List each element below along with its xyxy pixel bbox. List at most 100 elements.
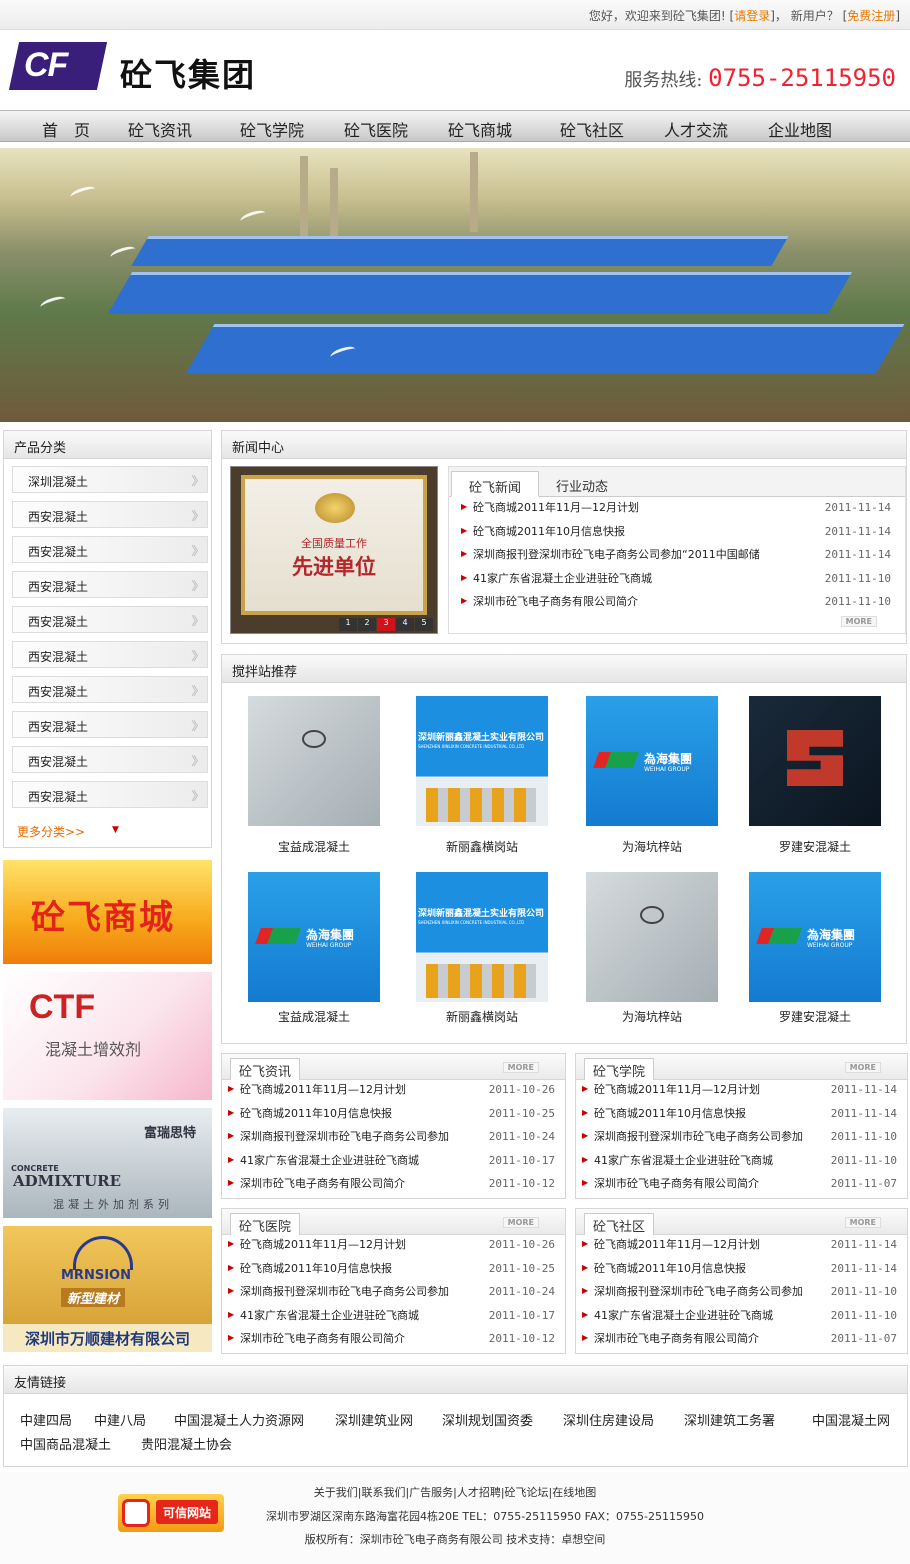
friend-link[interactable]: 深圳建筑工务署 [684, 1410, 775, 1429]
nav-item-academy[interactable]: 砼飞学院 [240, 117, 304, 141]
station-name[interactable]: 为海坑梓站 [586, 838, 718, 855]
friend-link[interactable]: 中国混凝土网 [812, 1410, 890, 1429]
tab-industry-news[interactable]: 行业动态 [539, 471, 625, 497]
list-item[interactable]: ▶ 深圳商报刊登深圳市砼飞电子商务公司参加 2011-11-10 [580, 1283, 905, 1307]
list-item[interactable]: ▶ 砼飞商城2011年11月—12月计划 2011-11-14 [580, 1081, 905, 1105]
bullet-icon: ▶ [228, 1131, 235, 1141]
column-title[interactable]: 砼飞医院 [230, 1213, 301, 1235]
list-item[interactable]: ▶ 砼飞商城2011年10月信息快报 2011-11-14 [580, 1105, 905, 1129]
news-slideshow[interactable]: 全国质量工作 先进单位 1 2 3 4 5 [230, 466, 438, 634]
ctf-ad[interactable]: CTF 混凝土增效剂 [3, 972, 212, 1100]
list-item[interactable]: ▶ 深圳商报刊登深圳市砼飞电子商务公司参加 2011-10-24 [226, 1128, 563, 1152]
friend-link[interactable]: 中建八局 [94, 1410, 146, 1429]
station-name[interactable]: 新丽鑫横岗站 [416, 838, 548, 855]
station-name[interactable]: 为海坑梓站 [586, 1008, 718, 1025]
nav-item-map[interactable]: 企业地图 [768, 117, 832, 141]
list-item[interactable]: ▶ 砼飞商城2011年11月—12月计划 2011-11-14 [580, 1236, 905, 1260]
list-item[interactable]: ▶ 深圳商报刊登深圳市砼飞电子商务公司参加 2011-11-10 [580, 1128, 905, 1152]
list-item[interactable]: ▶ 砼飞商城2011年11月—12月计划 2011-11-14 [459, 499, 899, 523]
category-item[interactable]: 西安混凝土 〉〉 [12, 781, 208, 808]
list-item[interactable]: ▶ 深圳商报刊登深圳市砼飞电子商务公司参加“2011中国邮储 2011-11-14 [459, 546, 899, 570]
slide-page[interactable]: 1 [339, 618, 357, 631]
list-item[interactable]: ▶ 深圳市砼飞电子商务有限公司简介 2011-11-07 [580, 1330, 905, 1354]
list-item[interactable]: ▶ 深圳市砼飞电子商务有限公司简介 2011-10-12 [226, 1175, 563, 1199]
trust-badge[interactable]: 可信网站 [118, 1494, 224, 1532]
list-item[interactable]: ▶ 深圳市砼飞电子商务有限公司简介 2011-11-10 [459, 593, 899, 617]
list-item[interactable]: ▶ 41家广东省混凝土企业进驻砼飞商城 2011-11-10 [580, 1152, 905, 1176]
station-thumbnail[interactable] [248, 696, 380, 826]
list-item[interactable]: ▶ 41家广东省混凝土企业进驻砼飞商城 2011-10-17 [226, 1152, 563, 1176]
list-item[interactable]: ▶ 深圳市砼飞电子商务有限公司简介 2011-11-07 [580, 1175, 905, 1199]
more-categories-link[interactable]: 更多分类>> [17, 823, 85, 840]
nav-item-hospital[interactable]: 砼飞医院 [344, 117, 408, 141]
category-item[interactable]: 西安混凝土 〉〉 [12, 676, 208, 703]
register-link[interactable]: 免费注册 [847, 9, 895, 23]
slide-page[interactable]: 4 [396, 618, 414, 631]
friend-link[interactable]: 中建四局 [20, 1410, 72, 1429]
category-item[interactable]: 西安混凝土 〉〉 [12, 711, 208, 738]
more-button[interactable]: MORE [840, 616, 877, 627]
friend-link[interactable]: 深圳住房建设局 [563, 1410, 654, 1429]
nav-item-home[interactable]: 首 页 [42, 117, 90, 141]
station-name[interactable]: 新丽鑫横岗站 [416, 1008, 548, 1025]
station-thumbnail[interactable]: 深圳新丽鑫混凝土实业有限公司 SHENZHEN XINLIXIN CONCRETE… [416, 872, 548, 1002]
column-title[interactable]: 砼飞学院 [584, 1058, 655, 1080]
category-item[interactable]: 西安混凝土 〉〉 [12, 641, 208, 668]
more-button[interactable]: MORE [844, 1217, 881, 1228]
category-item[interactable]: 西安混凝土 〉〉 [12, 501, 208, 528]
slide-page[interactable]: 5 [415, 618, 433, 631]
station-thumbnail[interactable]: 為海集團 WEIHAI GROUP [586, 696, 718, 826]
caret-down-icon[interactable]: ▼ [112, 825, 119, 835]
nav-item-news[interactable]: 砼飞资讯 [128, 117, 192, 141]
list-item[interactable]: ▶ 深圳市砼飞电子商务有限公司简介 2011-10-12 [226, 1330, 563, 1354]
friend-link[interactable]: 中国商品混凝土 [20, 1434, 111, 1453]
list-item[interactable]: ▶ 41家广东省混凝土企业进驻砼飞商城 2011-11-10 [580, 1307, 905, 1331]
station-name[interactable]: 宝益成混凝土 [248, 1008, 380, 1025]
logo-mark[interactable]: CF [24, 46, 68, 85]
login-link[interactable]: 请登录 [734, 9, 770, 23]
more-button[interactable]: MORE [844, 1062, 881, 1073]
list-item[interactable]: ▶ 41家广东省混凝土企业进驻砼飞商城 2011-10-17 [226, 1307, 563, 1331]
more-button[interactable]: MORE [502, 1217, 539, 1228]
more-button[interactable]: MORE [502, 1062, 539, 1073]
category-item[interactable]: 西安混凝土 〉〉 [12, 536, 208, 563]
station-name[interactable]: 罗建安混凝土 [749, 838, 881, 855]
friend-link[interactable]: 深圳规划国资委 [442, 1410, 533, 1429]
nav-item-mall[interactable]: 砼飞商城 [448, 117, 512, 141]
station-name[interactable]: 宝益成混凝土 [248, 838, 380, 855]
list-item[interactable]: ▶ 砼飞商城2011年11月—12月计划 2011-10-26 [226, 1236, 563, 1260]
station-thumbnail[interactable]: 為海集團 WEIHAI GROUP [749, 872, 881, 1002]
tab-company-news[interactable]: 砼飞新闻 [451, 471, 540, 497]
wanshun-ad[interactable]: MRNSION 新型建材 深圳市万顺建材有限公司 [3, 1226, 212, 1352]
list-item[interactable]: ▶ 深圳商报刊登深圳市砼飞电子商务公司参加 2011-10-24 [226, 1283, 563, 1307]
station-thumbnail[interactable]: 深圳新丽鑫混凝土实业有限公司 SHENZHEN XINLIXIN CONCRETE… [416, 696, 548, 826]
station-thumbnail[interactable] [749, 696, 881, 826]
list-item[interactable]: ▶ 砼飞商城2011年10月信息快报 2011-11-14 [459, 523, 899, 547]
mall-ad[interactable]: 砼飞商城 [3, 860, 212, 964]
slide-page-active[interactable]: 3 [377, 618, 395, 631]
news-tabs-panel: 砼飞新闻 行业动态 ▶ 砼飞商城2011年11月—12月计划 2011-11-14 … [448, 466, 906, 634]
nav-item-community[interactable]: 砼飞社区 [560, 117, 624, 141]
list-item[interactable]: ▶ 砼飞商城2011年10月信息快报 2011-10-25 [226, 1260, 563, 1284]
admixture-ad[interactable]: 富瑞思特 CONCRETE ADMIXTURE 混凝土外加剂系列 [3, 1108, 212, 1218]
friend-link[interactable]: 深圳建筑业网 [335, 1410, 413, 1429]
list-item[interactable]: ▶ 41家广东省混凝土企业进驻砼飞商城 2011-11-10 [459, 570, 899, 594]
friend-link[interactable]: 贵阳混凝土协会 [141, 1434, 232, 1453]
slide-page[interactable]: 2 [358, 618, 376, 631]
friend-link[interactable]: 中国混凝土人力资源网 [174, 1410, 304, 1429]
company-name[interactable]: 砼飞集团 [120, 50, 256, 96]
category-item[interactable]: 深圳混凝土 〉〉 [12, 466, 208, 493]
list-item[interactable]: ▶ 砼飞商城2011年10月信息快报 2011-10-25 [226, 1105, 563, 1129]
category-item[interactable]: 西安混凝土 〉〉 [12, 606, 208, 633]
station-name[interactable]: 罗建安混凝土 [749, 1008, 881, 1025]
column-title[interactable]: 砼飞社区 [584, 1213, 655, 1235]
station-thumbnail[interactable]: 為海集團 WEIHAI GROUP [248, 872, 380, 1002]
category-item[interactable]: 西安混凝土 〉〉 [12, 746, 208, 773]
admixture-sub: 混凝土外加剂系列 [53, 1198, 173, 1211]
column-title[interactable]: 砼飞资讯 [230, 1058, 301, 1080]
list-item[interactable]: ▶ 砼飞商城2011年10月信息快报 2011-11-14 [580, 1260, 905, 1284]
list-item[interactable]: ▶ 砼飞商城2011年11月—12月计划 2011-10-26 [226, 1081, 563, 1105]
station-thumbnail[interactable] [586, 872, 718, 1002]
category-item[interactable]: 西安混凝土 〉〉 [12, 571, 208, 598]
nav-item-talent[interactable]: 人才交流 [664, 117, 728, 141]
